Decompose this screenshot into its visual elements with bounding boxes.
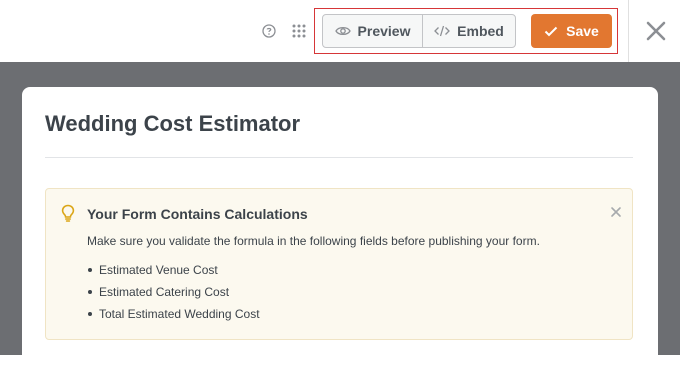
toolbar-divider [628, 0, 629, 62]
eye-icon [334, 26, 351, 36]
embed-label: Embed [457, 23, 504, 39]
notice-title: Your Form Contains Calculations [87, 206, 308, 222]
lightbulb-icon [61, 204, 75, 222]
preview-button[interactable]: Preview [323, 15, 423, 47]
grid-icon[interactable] [290, 22, 308, 40]
embed-button[interactable]: Embed [423, 15, 515, 47]
checkmark-icon [544, 26, 558, 36]
calculation-fields-list: Estimated Venue Cost Estimated Catering … [87, 262, 260, 328]
preview-embed-group: Preview Embed [322, 14, 516, 48]
close-icon[interactable] [643, 18, 669, 44]
builder-canvas: Wedding Cost Estimator Your Form Contain… [0, 62, 680, 387]
notice-message: Make sure you validate the formula in th… [87, 234, 540, 248]
form-preview-panel: Wedding Cost Estimator Your Form Contain… [22, 87, 658, 387]
list-item: Estimated Catering Cost [87, 284, 260, 306]
list-item: Estimated Venue Cost [87, 262, 260, 284]
save-button[interactable]: Save [531, 14, 612, 48]
code-icon [434, 25, 451, 37]
help-icon[interactable] [260, 22, 278, 40]
title-divider [45, 157, 633, 158]
form-title: Wedding Cost Estimator [45, 111, 301, 136]
calculations-notice: Your Form Contains Calculations Make sur… [45, 188, 633, 340]
preview-label: Preview [357, 23, 411, 39]
top-toolbar: Preview Embed Save [0, 0, 680, 62]
dismiss-icon[interactable] [609, 205, 623, 219]
list-item: Total Estimated Wedding Cost [87, 306, 260, 328]
save-label: Save [566, 23, 599, 39]
